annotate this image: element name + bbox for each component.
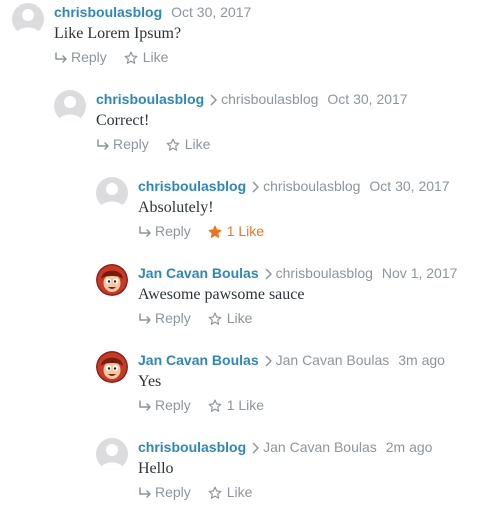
comment-author[interactable]: chrisboulasblog bbox=[138, 439, 246, 455]
reply-to-author[interactable]: Jan Cavan Boulas bbox=[276, 352, 390, 368]
comment-author[interactable]: Jan Cavan Boulas bbox=[138, 265, 259, 281]
like-label: 1 Like bbox=[226, 397, 265, 413]
avatar[interactable] bbox=[96, 351, 128, 383]
comment-date[interactable]: 3m ago bbox=[398, 352, 445, 368]
avatar[interactable] bbox=[12, 3, 44, 35]
like-label: 1 Like bbox=[226, 223, 265, 239]
comment-text: Like Lorem Ipsum? bbox=[54, 25, 182, 42]
comment-author[interactable]: Jan Cavan Boulas bbox=[138, 352, 259, 368]
like-button[interactable]: Like bbox=[208, 309, 253, 327]
reply-arrow-icon bbox=[138, 310, 152, 326]
reply-button[interactable]: Reply bbox=[138, 309, 191, 327]
avatar[interactable] bbox=[96, 264, 128, 296]
reply-arrow-icon bbox=[54, 49, 68, 65]
star-outline-icon bbox=[124, 49, 138, 65]
reply-arrow-icon bbox=[96, 136, 110, 152]
reply-label: Reply bbox=[155, 397, 191, 413]
chevron-right-icon bbox=[251, 440, 260, 458]
reply-label: Reply bbox=[113, 136, 149, 152]
comment-date[interactable]: Oct 30, 2017 bbox=[369, 178, 449, 194]
comment-text: Hello bbox=[138, 460, 174, 477]
comment-text: Yes bbox=[138, 373, 162, 390]
reply-button[interactable]: Reply bbox=[138, 222, 191, 240]
star-outline-icon bbox=[166, 136, 180, 152]
reply-to-author[interactable]: chrisboulasblog bbox=[276, 265, 373, 281]
like-label: Like bbox=[184, 136, 211, 152]
like-label: Like bbox=[226, 484, 253, 500]
chevron-right-icon bbox=[264, 266, 272, 284]
chevron-right-icon bbox=[251, 179, 260, 197]
comment-text: Correct! bbox=[96, 112, 150, 129]
reply-button[interactable]: Reply bbox=[54, 48, 107, 66]
like-label: Like bbox=[226, 310, 253, 326]
reply-to-author[interactable]: chrisboulasblog bbox=[221, 91, 318, 107]
reply-button[interactable]: Reply bbox=[138, 483, 191, 501]
reply-to-author[interactable]: Jan Cavan Boulas bbox=[263, 439, 377, 455]
reply-arrow-icon bbox=[138, 397, 152, 413]
like-button[interactable]: Like bbox=[208, 483, 253, 501]
star-outline-icon bbox=[208, 310, 222, 326]
reply-label: Reply bbox=[155, 484, 191, 500]
comment-date[interactable]: 2m ago bbox=[386, 439, 433, 455]
like-button[interactable]: Like bbox=[124, 48, 169, 66]
comment-date[interactable]: Nov 1, 2017 bbox=[382, 265, 458, 281]
reply-arrow-icon bbox=[138, 223, 152, 239]
reply-button[interactable]: Reply bbox=[138, 396, 191, 414]
reply-button[interactable]: Reply bbox=[96, 135, 149, 153]
reply-arrow-icon bbox=[138, 484, 152, 500]
comment-date[interactable]: Oct 30, 2017 bbox=[327, 91, 407, 107]
like-label: Like bbox=[142, 49, 169, 65]
reply-to-author[interactable]: chrisboulasblog bbox=[263, 178, 360, 194]
comment-date[interactable]: Oct 30, 2017 bbox=[171, 4, 251, 20]
star-outline-icon bbox=[208, 484, 222, 500]
like-button[interactable]: 1 Like bbox=[208, 222, 264, 240]
comment-text: Awesome pawsome sauce bbox=[138, 286, 305, 303]
reply-label: Reply bbox=[155, 310, 191, 326]
comment-text: Absolutely! bbox=[138, 199, 214, 216]
chevron-right-icon bbox=[209, 92, 218, 110]
chevron-right-icon bbox=[264, 353, 272, 371]
star-filled-icon bbox=[208, 223, 222, 239]
avatar[interactable] bbox=[96, 438, 128, 470]
like-button[interactable]: Like bbox=[166, 135, 211, 153]
comment-author[interactable]: chrisboulasblog bbox=[54, 4, 162, 20]
like-button[interactable]: 1 Like bbox=[208, 396, 264, 414]
avatar[interactable] bbox=[96, 177, 128, 209]
comment-author[interactable]: chrisboulasblog bbox=[96, 91, 204, 107]
reply-label: Reply bbox=[155, 223, 191, 239]
comment-author[interactable]: chrisboulasblog bbox=[138, 178, 246, 194]
reply-label: Reply bbox=[71, 49, 107, 65]
avatar[interactable] bbox=[54, 90, 86, 122]
star-outline-icon bbox=[208, 397, 222, 413]
